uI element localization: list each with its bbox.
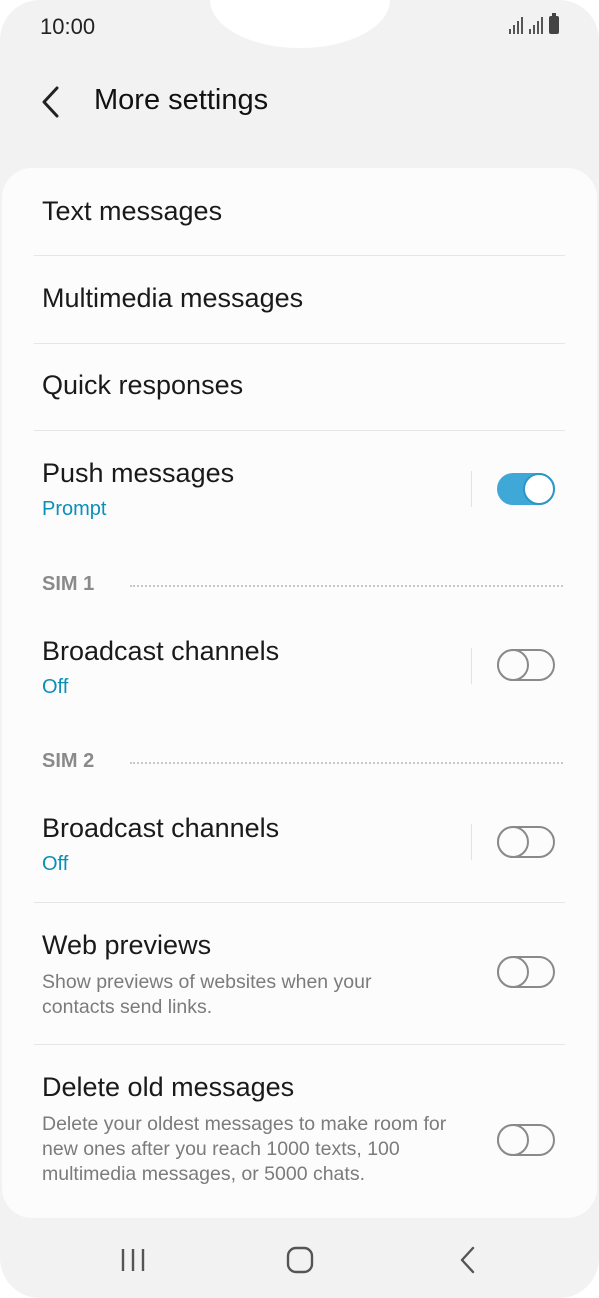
delete-old-messages-toggle[interactable]: [497, 1124, 555, 1156]
broadcast-channels-sim1-row[interactable]: Broadcast channels Off: [34, 608, 565, 718]
broadcast-channels-sim2-row[interactable]: Broadcast channels Off: [34, 786, 565, 901]
status-icons: [509, 13, 559, 34]
toggle-knob: [497, 1124, 529, 1156]
quick-responses-row[interactable]: Quick responses: [34, 344, 565, 430]
web-previews-row[interactable]: Web previews Show previews of websites w…: [34, 903, 565, 1043]
settings-card: Text messages Multimedia messages Quick …: [2, 168, 597, 1218]
dotted-line: [130, 762, 563, 764]
recents-icon: [121, 1249, 145, 1271]
status-bar: 10:00: [0, 0, 599, 56]
text-messages-label: Text messages: [42, 196, 223, 226]
vertical-separator: [471, 648, 472, 684]
signal-sim1-icon: [509, 16, 523, 34]
multimedia-messages-row[interactable]: Multimedia messages: [34, 256, 565, 342]
toggle-knob: [497, 826, 529, 858]
broadcast-channels-sim2-label: Broadcast channels: [42, 813, 280, 843]
toggle-knob: [523, 473, 555, 505]
broadcast-channels-sim1-status: Off: [42, 676, 69, 698]
delete-old-messages-row[interactable]: Delete old messages Delete your oldest m…: [34, 1045, 565, 1218]
broadcast-channels-sim2-toggle[interactable]: [497, 826, 555, 858]
vertical-separator: [471, 471, 472, 507]
push-messages-label: Push messages: [42, 458, 235, 488]
nav-back-icon: [460, 1246, 475, 1274]
web-previews-toggle[interactable]: [497, 956, 555, 988]
section-header-sim2: SIM 2: [42, 750, 563, 774]
section-header-sim1: SIM 1: [42, 573, 563, 597]
home-button[interactable]: [275, 1242, 325, 1278]
chevron-left-icon: [42, 86, 59, 118]
section-label-sim2: SIM 2: [42, 750, 95, 772]
multimedia-messages-label: Multimedia messages: [42, 283, 304, 313]
page-title: More settings: [94, 84, 269, 116]
broadcast-channels-sim1-toggle[interactable]: [497, 649, 555, 681]
broadcast-channels-sim1-label: Broadcast channels: [42, 636, 280, 666]
web-previews-description: Show previews of websites when your cont…: [42, 971, 372, 1018]
status-time: 10:00: [40, 14, 96, 39]
toggle-knob: [497, 649, 529, 681]
vertical-separator: [471, 824, 472, 860]
broadcast-channels-sim2-status: Off: [42, 853, 69, 875]
push-messages-toggle[interactable]: [497, 473, 555, 505]
toggle-knob: [497, 956, 529, 988]
section-label-sim1: SIM 1: [42, 573, 95, 595]
back-button[interactable]: [30, 80, 70, 124]
push-messages-row[interactable]: Push messages Prompt: [34, 431, 565, 541]
nav-back-button[interactable]: [443, 1242, 493, 1278]
app-header: More settings: [0, 68, 599, 138]
delete-old-messages-description: Delete your oldest messages to make room…: [42, 1113, 447, 1185]
navigation-bar: [0, 1220, 599, 1298]
text-messages-row[interactable]: Text messages: [34, 168, 565, 254]
signal-sim2-icon: [529, 16, 543, 34]
dotted-line: [130, 585, 563, 587]
battery-icon: [549, 13, 559, 34]
delete-old-messages-label: Delete old messages: [42, 1072, 295, 1102]
push-messages-status: Prompt: [42, 498, 107, 520]
web-previews-label: Web previews: [42, 930, 212, 960]
home-icon: [286, 1246, 314, 1274]
phone-screen: 10:00 More settings Text messages Multim…: [0, 0, 599, 1298]
quick-responses-label: Quick responses: [42, 370, 244, 400]
recents-button[interactable]: [108, 1242, 158, 1278]
